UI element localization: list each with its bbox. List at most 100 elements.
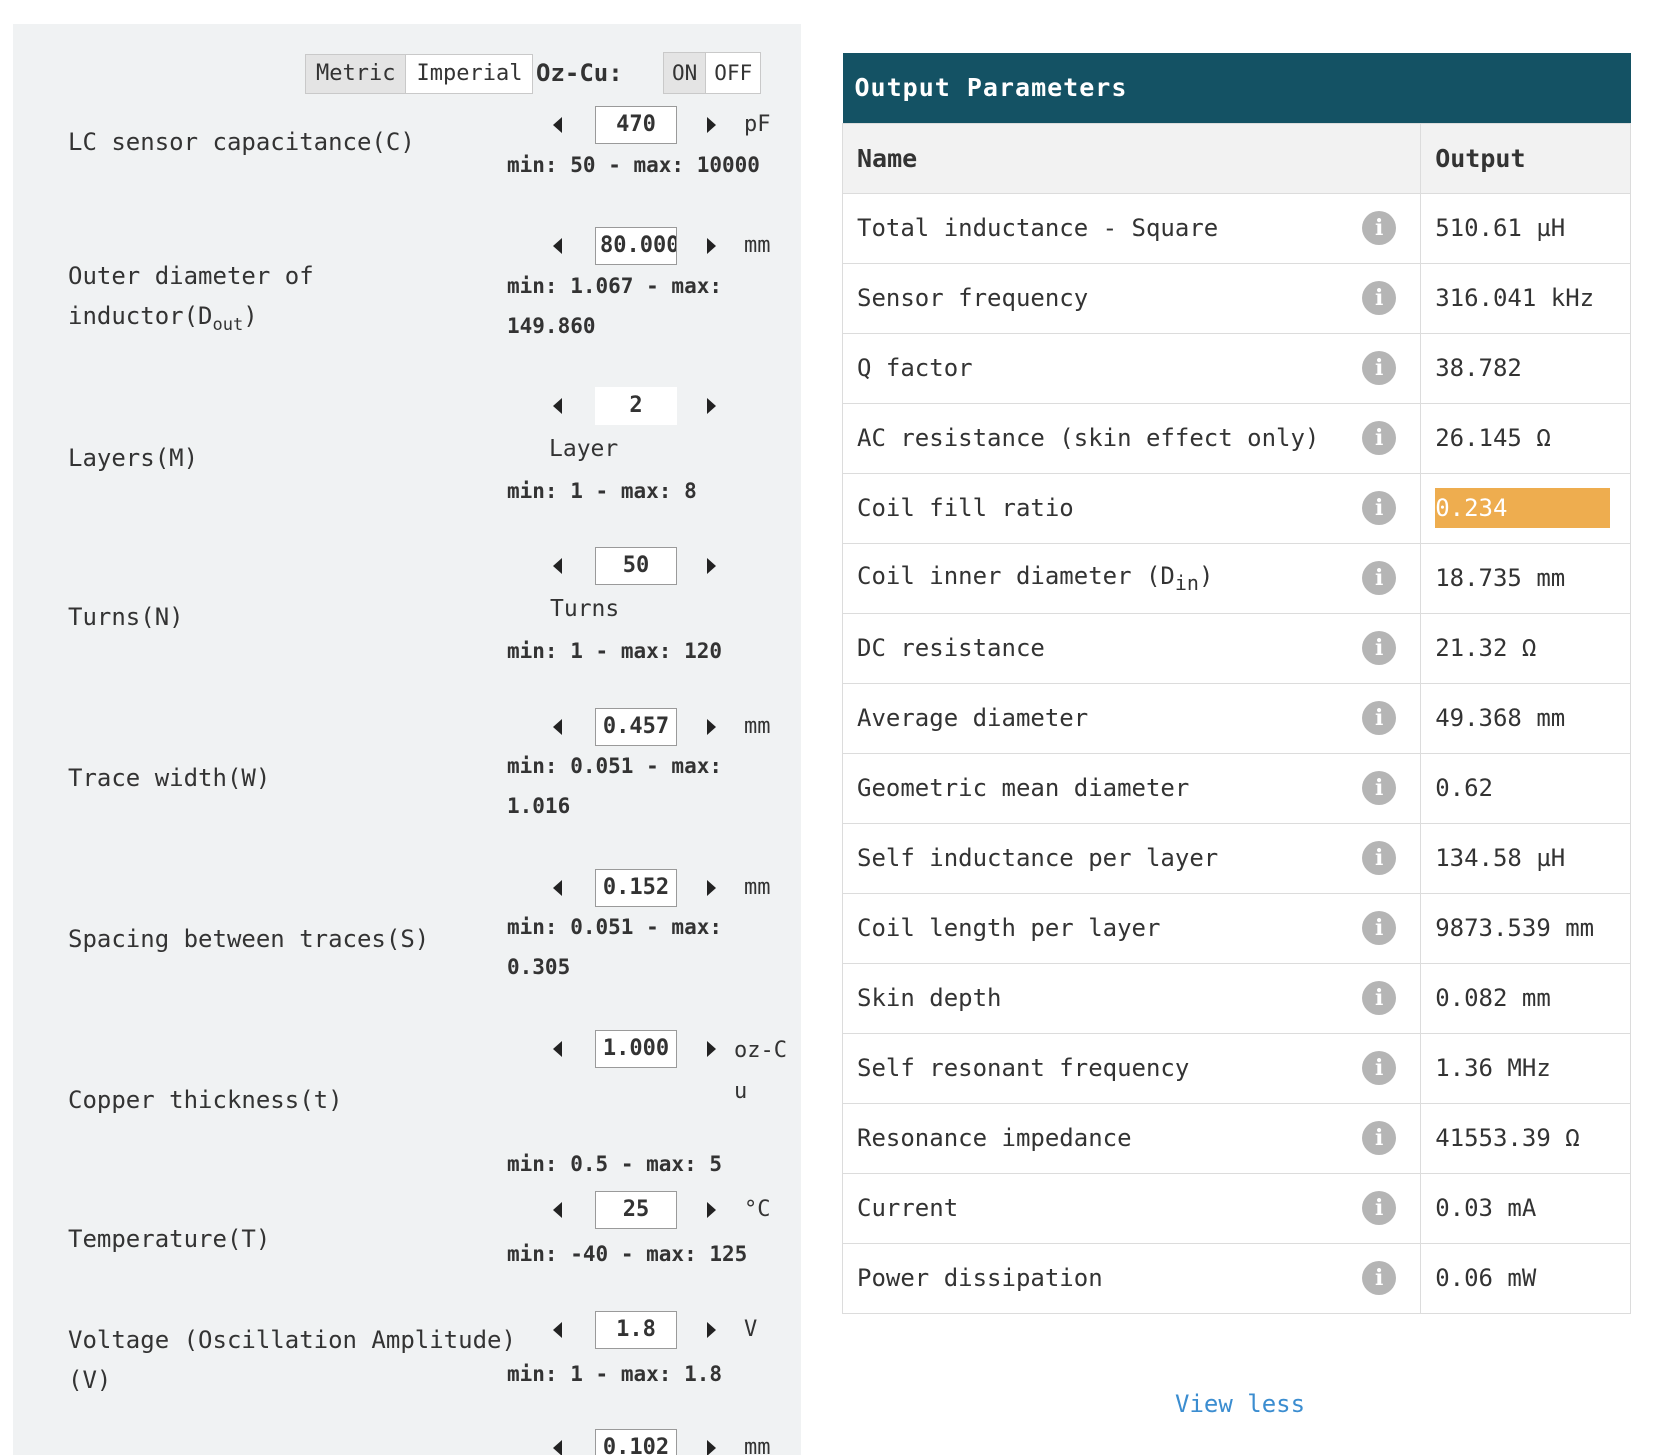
- info-icon[interactable]: i: [1362, 1261, 1397, 1295]
- highlighted-value: 0.234: [1435, 488, 1611, 528]
- increment-next-param-icon[interactable]: [707, 1440, 716, 1455]
- increment-temperature-icon[interactable]: [707, 1202, 716, 1218]
- info-icon[interactable]: i: [1362, 491, 1397, 525]
- row-name: Total inductance - Square i: [841, 192, 1422, 264]
- param-label-outer-diameter: Outer diameter of inductor(Dout): [68, 262, 314, 335]
- row-value: 0.06 mW: [1420, 1242, 1631, 1314]
- increment-spacing-icon[interactable]: [707, 880, 716, 896]
- imperial-button[interactable]: Imperial: [405, 55, 533, 93]
- decrement-voltage-icon[interactable]: [553, 1322, 562, 1338]
- decrement-outer-diameter-icon[interactable]: [553, 238, 562, 254]
- copper-thickness-unit: oz-Cu: [734, 1038, 787, 1104]
- row-value: 26.145 Ω: [1420, 402, 1631, 474]
- row-name: AC resistance (skin effect only) i: [841, 402, 1422, 474]
- output-column-headers: Name Output: [841, 122, 1631, 194]
- trace-width-input[interactable]: 0.457: [595, 708, 677, 746]
- outer-diameter-input[interactable]: 80.000: [595, 227, 677, 265]
- turns-range: min: 1 - max: 120: [507, 639, 723, 663]
- layers-input[interactable]: 2: [595, 387, 677, 425]
- increment-voltage-icon[interactable]: [707, 1322, 716, 1338]
- info-icon[interactable]: i: [1362, 981, 1397, 1015]
- decrement-trace-width-icon[interactable]: [553, 719, 562, 735]
- decrement-capacitance-icon[interactable]: [553, 117, 562, 133]
- row-name: Skin depth i: [841, 962, 1422, 1034]
- info-icon[interactable]: i: [1362, 421, 1397, 455]
- row-name: DC resistance i: [841, 612, 1422, 684]
- row-value: 1.36 MHz: [1420, 1032, 1631, 1104]
- table-row: Coil fill ratio i 0.234: [841, 472, 1631, 544]
- ozcu-off-button[interactable]: OFF: [705, 53, 761, 93]
- decrement-temperature-icon[interactable]: [553, 1202, 562, 1218]
- row-name: Power dissipation i: [841, 1242, 1422, 1314]
- row-name: Self inductance per layer i: [841, 822, 1422, 894]
- row-value: 0.234: [1420, 472, 1631, 544]
- layers-range: min: 1 - max: 8: [507, 479, 697, 503]
- info-icon[interactable]: i: [1362, 631, 1397, 665]
- row-name: Self resonant frequency i: [841, 1032, 1422, 1104]
- turns-input[interactable]: 50: [595, 547, 677, 585]
- ozcu-label: Oz-Cu:: [536, 59, 623, 87]
- row-value: 0.62: [1420, 752, 1631, 824]
- row-value: 134.58 µH: [1420, 822, 1631, 894]
- row-name: Coil length per layer i: [841, 892, 1422, 964]
- info-icon[interactable]: i: [1362, 771, 1397, 805]
- info-icon[interactable]: i: [1362, 1191, 1397, 1225]
- temperature-unit: °C: [744, 1197, 771, 1222]
- row-value: 0.03 mA: [1420, 1172, 1631, 1244]
- voltage-input[interactable]: 1.8: [595, 1311, 677, 1349]
- param-label-voltage: Voltage (Oscillation Amplitude)(V): [68, 1326, 516, 1394]
- info-icon[interactable]: i: [1362, 701, 1397, 735]
- table-row: Coil inner diameter (Din) i 18.735 mm: [841, 542, 1631, 614]
- output-table-header: Output Parameters: [842, 53, 1631, 123]
- info-icon[interactable]: i: [1362, 561, 1397, 595]
- decrement-turns-icon[interactable]: [553, 558, 562, 574]
- info-icon[interactable]: i: [1362, 351, 1397, 385]
- table-row: Average diameter i 49.368 mm: [841, 682, 1631, 754]
- table-row: AC resistance (skin effect only) i 26.145…: [841, 402, 1631, 474]
- info-icon[interactable]: i: [1362, 1121, 1397, 1155]
- info-icon[interactable]: i: [1362, 841, 1397, 875]
- param-label-spacing: Spacing between traces(S): [68, 925, 430, 953]
- row-name: Q factor i: [841, 332, 1422, 404]
- layers-unit: Layer: [549, 436, 619, 462]
- row-name: Sensor frequency i: [841, 262, 1422, 334]
- voltage-range: min: 1 - max: 1.8: [507, 1362, 723, 1386]
- table-row: Geometric mean diameter i 0.62: [841, 752, 1631, 824]
- param-label-turns: Turns(N): [68, 603, 184, 631]
- trace-width-unit: mm: [744, 714, 771, 739]
- next-param-input[interactable]: 0.102: [595, 1429, 677, 1455]
- input-panel: Metric Imperial Oz-Cu: ON OFF LC sensor …: [13, 24, 801, 1455]
- table-row: Skin depth i 0.082 mm: [841, 962, 1631, 1034]
- table-row: Total inductance - Square i 510.61 µH: [841, 192, 1631, 264]
- decrement-spacing-icon[interactable]: [553, 880, 562, 896]
- unit-system-toggle: Metric Imperial: [305, 54, 534, 94]
- capacitance-unit: pF: [744, 112, 771, 137]
- capacitance-input[interactable]: 470: [595, 106, 677, 144]
- table-row: Self resonant frequency i 1.36 MHz: [841, 1032, 1631, 1104]
- table-row: Sensor frequency i 316.041 kHz: [841, 262, 1631, 334]
- ozcu-on-button[interactable]: ON: [664, 53, 706, 93]
- table-row: Current i 0.03 mA: [841, 1172, 1631, 1244]
- voltage-unit: V: [744, 1317, 758, 1342]
- decrement-next-param-icon[interactable]: [553, 1440, 562, 1455]
- increment-turns-icon[interactable]: [707, 558, 716, 574]
- info-icon[interactable]: i: [1362, 281, 1397, 315]
- info-icon[interactable]: i: [1362, 211, 1397, 245]
- info-icon[interactable]: i: [1362, 911, 1397, 945]
- row-value: 38.782: [1420, 332, 1631, 404]
- info-icon[interactable]: i: [1362, 1051, 1397, 1085]
- param-label-trace-width: Trace width(W): [68, 764, 271, 792]
- row-name: Geometric mean diameter i: [841, 752, 1422, 824]
- increment-capacitance-icon[interactable]: [707, 117, 716, 133]
- metric-button[interactable]: Metric: [306, 55, 406, 93]
- increment-layers-icon[interactable]: [707, 398, 716, 414]
- decrement-layers-icon[interactable]: [553, 398, 562, 414]
- view-less-link[interactable]: View less: [1175, 1390, 1305, 1418]
- col-header-name: Name: [841, 122, 1422, 194]
- spacing-input[interactable]: 0.152: [595, 869, 677, 907]
- param-label-layers: Layers(M): [68, 444, 199, 472]
- increment-outer-diameter-icon[interactable]: [707, 238, 716, 254]
- temperature-input[interactable]: 25: [595, 1191, 677, 1229]
- table-row: Power dissipation i 0.06 mW: [841, 1242, 1631, 1314]
- increment-trace-width-icon[interactable]: [707, 719, 716, 735]
